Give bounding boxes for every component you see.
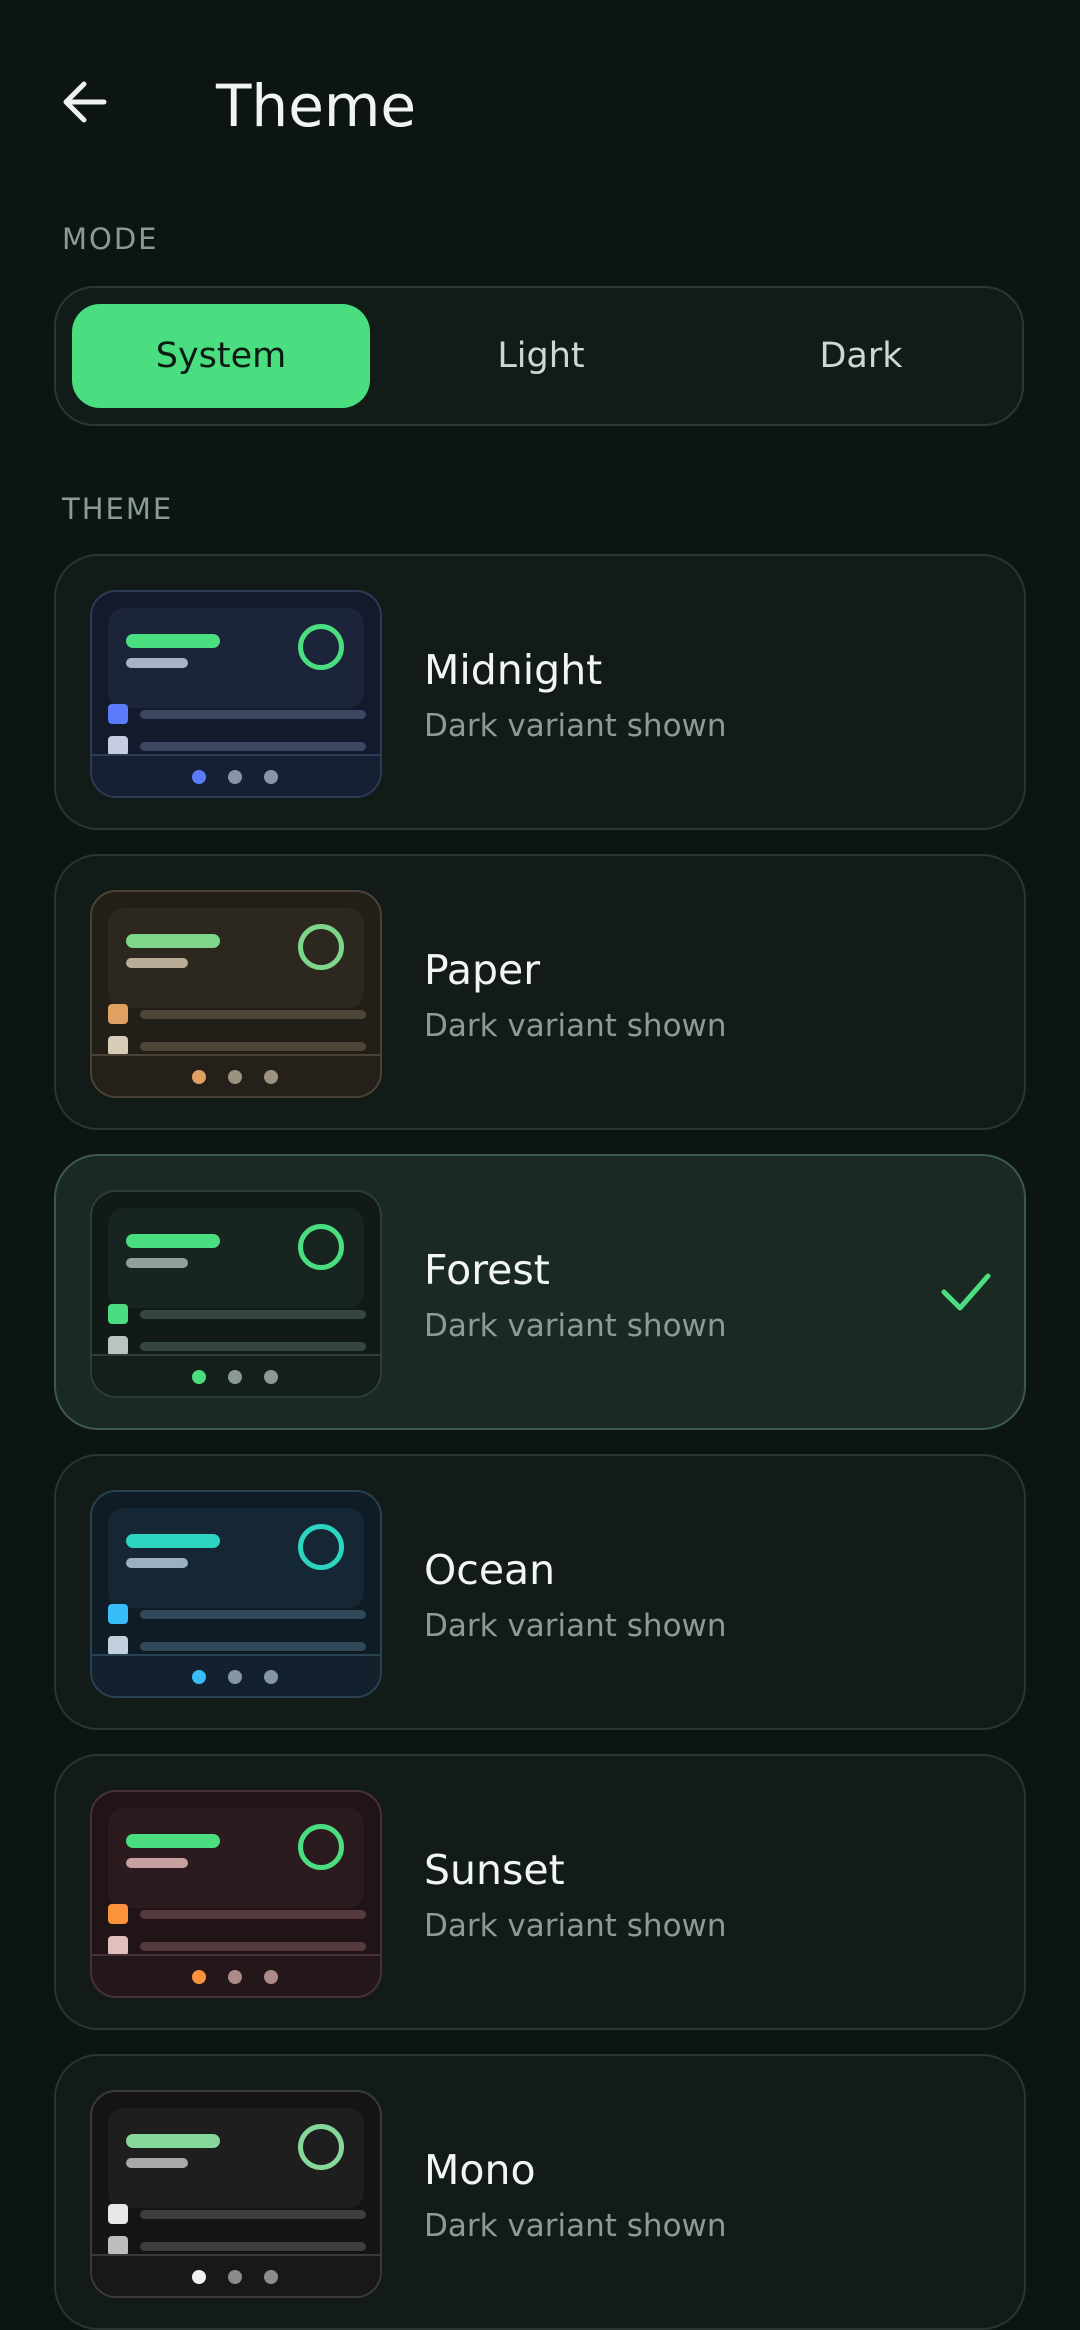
theme-card-forest[interactable]: Forest Dark variant shown	[54, 1154, 1026, 1430]
mode-option-light[interactable]: Light	[392, 304, 690, 408]
theme-preview-paper	[90, 890, 382, 1098]
theme-card-sunset[interactable]: Sunset Dark variant shown	[54, 1754, 1026, 2030]
mode-option-dark[interactable]: Dark	[712, 304, 1010, 408]
theme-name: Midnight	[424, 646, 603, 694]
theme-preview-forest	[90, 1190, 382, 1398]
app-bar: Theme	[0, 0, 1080, 215]
theme-preview-ocean	[90, 1490, 382, 1698]
arrow-left-icon	[63, 81, 107, 123]
theme-name: Paper	[424, 946, 541, 994]
theme-subtitle: Dark variant shown	[424, 1008, 727, 1044]
mode-section-label: MODE	[62, 222, 159, 256]
theme-preview-mono	[90, 2090, 382, 2298]
theme-section-label: THEME	[62, 492, 174, 526]
theme-name: Ocean	[424, 1546, 556, 1594]
theme-name: Mono	[424, 2146, 536, 2194]
theme-subtitle: Dark variant shown	[424, 1308, 727, 1344]
theme-subtitle: Dark variant shown	[424, 1908, 727, 1944]
theme-card-midnight[interactable]: Midnight Dark variant shown	[54, 554, 1026, 830]
theme-subtitle: Dark variant shown	[424, 2208, 727, 2244]
theme-preview-midnight	[90, 590, 382, 798]
mode-option-system[interactable]: System	[72, 304, 370, 408]
check-icon	[941, 1273, 991, 1311]
theme-subtitle: Dark variant shown	[424, 1608, 727, 1644]
theme-name: Sunset	[424, 1846, 565, 1894]
theme-card-ocean[interactable]: Ocean Dark variant shown	[54, 1454, 1026, 1730]
mode-segmented-control: System Light Dark	[54, 286, 1024, 426]
page-title: Theme	[216, 72, 417, 140]
theme-name: Forest	[424, 1246, 550, 1294]
theme-card-paper[interactable]: Paper Dark variant shown	[54, 854, 1026, 1130]
theme-preview-sunset	[90, 1790, 382, 1998]
theme-card-mono[interactable]: Mono Dark variant shown	[54, 2054, 1026, 2330]
back-button[interactable]	[52, 70, 116, 134]
theme-subtitle: Dark variant shown	[424, 708, 727, 744]
